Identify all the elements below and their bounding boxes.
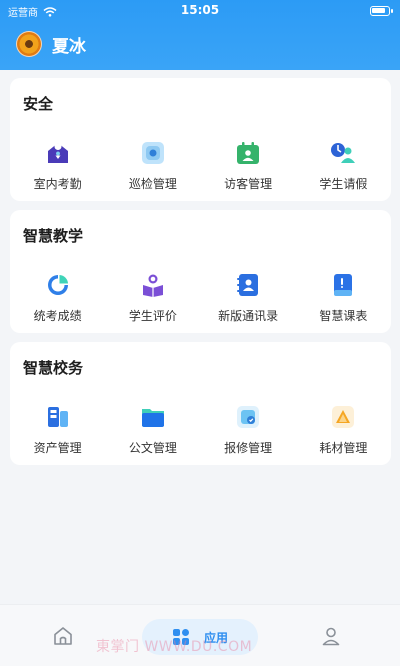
app-label: 新版通讯录	[218, 309, 279, 323]
avatar[interactable]	[16, 31, 42, 57]
section-smart-affairs: 智慧校务 资产管理 公文管理 报修管理 耗材管理	[10, 342, 391, 465]
app-exam-score[interactable]: 统考成绩	[10, 272, 105, 324]
status-time: 15:05	[180, 3, 220, 17]
document-folder-icon	[140, 404, 166, 430]
watermark: 東掌门 WWW.DU.COM	[96, 639, 253, 655]
visitor-calendar-icon	[235, 140, 261, 166]
section-title: 智慧校务	[23, 359, 84, 377]
app-repair[interactable]: 报修管理	[201, 404, 296, 456]
app-document[interactable]: 公文管理	[105, 404, 200, 456]
user-icon	[322, 627, 340, 646]
student-leave-icon	[330, 140, 356, 166]
bottom-tab-bar: 应用	[0, 604, 400, 666]
section-title: 安全	[23, 95, 54, 113]
app-consumables[interactable]: 耗材管理	[296, 404, 391, 456]
home-attendance-icon	[45, 140, 71, 166]
app-visitor[interactable]: 访客管理	[201, 140, 296, 192]
section-smart-teaching: 智慧教学 统考成绩 学生评价 新版通讯录 智慧课表	[10, 210, 391, 333]
user-name: 夏冰	[52, 36, 86, 57]
tab-home[interactable]	[52, 625, 74, 647]
battery-icon	[370, 6, 393, 16]
app-label: 学生评价	[128, 309, 177, 323]
app-label: 巡检管理	[128, 177, 177, 191]
asset-icon	[45, 404, 71, 430]
app-contacts[interactable]: 新版通讯录	[201, 272, 296, 324]
tab-profile[interactable]	[320, 625, 342, 647]
section-title: 智慧教学	[23, 227, 84, 245]
home-icon	[54, 627, 72, 645]
section-safety: 安全 室内考勤 巡检管理 访客管理 学生请假	[10, 78, 391, 201]
app-student-leave[interactable]: 学生请假	[296, 140, 391, 192]
timetable-book-icon	[330, 272, 356, 298]
patrol-icon	[140, 140, 166, 166]
app-label: 公文管理	[128, 441, 177, 455]
app-header: 运营商 15:05 夏冰	[0, 0, 400, 70]
contacts-book-icon	[235, 272, 261, 298]
app-label: 统考成绩	[33, 309, 82, 323]
app-label: 耗材管理	[319, 441, 368, 455]
app-indoor-attendance[interactable]: 室内考勤	[10, 140, 105, 192]
app-timetable[interactable]: 智慧课表	[296, 272, 391, 324]
app-label: 访客管理	[224, 177, 273, 191]
app-asset[interactable]: 资产管理	[10, 404, 105, 456]
status-bar: 运营商 15:05	[0, 0, 400, 22]
app-patrol[interactable]: 巡检管理	[105, 140, 200, 192]
app-label: 资产管理	[33, 441, 82, 455]
consumables-icon	[330, 404, 356, 430]
student-evaluation-icon	[140, 272, 166, 298]
exam-score-chart-icon	[45, 272, 71, 298]
app-label: 智慧课表	[319, 309, 368, 323]
app-label: 学生请假	[319, 177, 368, 191]
app-label: 室内考勤	[33, 177, 82, 191]
user-profile[interactable]: 夏冰	[16, 31, 86, 57]
app-student-evaluation[interactable]: 学生评价	[105, 272, 200, 324]
app-label: 报修管理	[224, 441, 273, 455]
repair-icon	[235, 404, 261, 430]
